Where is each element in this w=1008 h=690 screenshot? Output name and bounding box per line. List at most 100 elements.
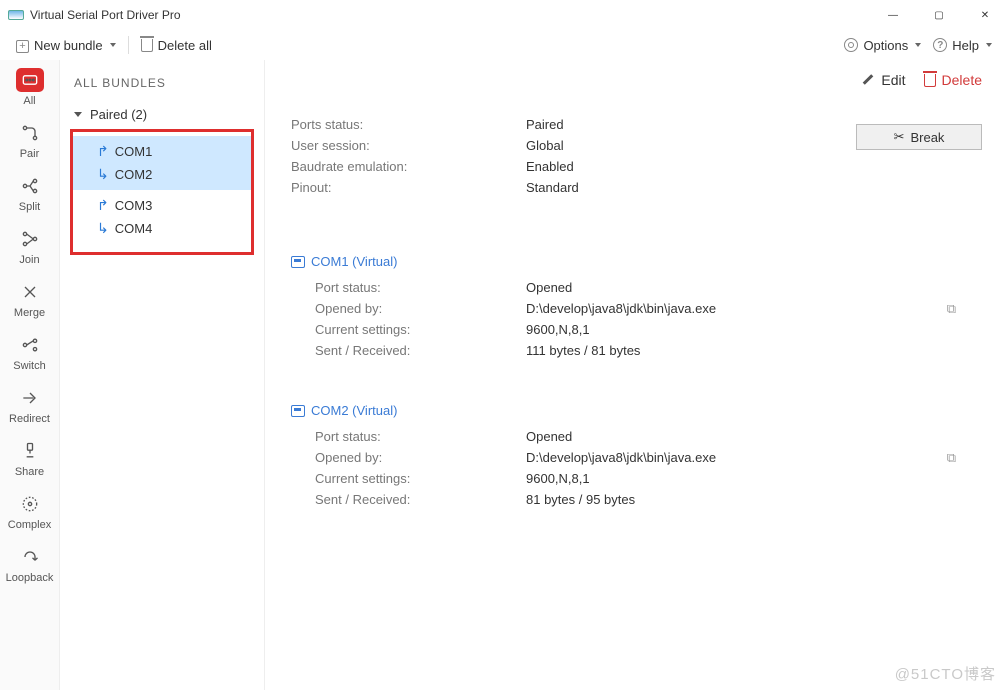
- complex-icon: [16, 492, 44, 516]
- help-label: Help: [952, 38, 979, 53]
- help-icon: ?: [933, 38, 947, 52]
- help-button[interactable]: ? Help: [927, 35, 998, 56]
- ports-status-label: Ports status:: [291, 117, 526, 132]
- opened-by-label: Opened by:: [315, 301, 526, 316]
- sidebar-label: Pair: [0, 148, 59, 160]
- toolbar-separator: [128, 36, 129, 54]
- sidebar-label: Join: [0, 254, 59, 266]
- sidebar-item-split[interactable]: Split: [0, 166, 59, 219]
- sidebar: All Pair Split Join Merge Switch Redirec…: [0, 60, 60, 690]
- options-label: Options: [863, 38, 908, 53]
- app-title: Virtual Serial Port Driver Pro: [30, 8, 181, 22]
- sidebar-item-loopback[interactable]: Loopback: [0, 537, 59, 590]
- tree-group-paired[interactable]: Paired (2): [74, 104, 264, 125]
- port-section-com2: COM2 (Virtual) Port status:Opened Opened…: [291, 403, 982, 510]
- sidebar-item-all[interactable]: All: [0, 60, 59, 113]
- baudrate-label: Baudrate emulation:: [291, 159, 526, 174]
- port-icon: [291, 256, 305, 268]
- settings-value: 9600,N,8,1: [526, 322, 590, 337]
- pair-icon: [16, 121, 44, 145]
- port-status-value: Opened: [526, 280, 572, 295]
- port-status-label: Port status:: [315, 280, 526, 295]
- merge-icon: [16, 280, 44, 304]
- sent-received-label: Sent / Received:: [315, 492, 526, 507]
- opened-by-value: D:\develop\java8\jdk\bin\java.exe: [526, 450, 716, 465]
- port-icon: [291, 405, 305, 417]
- sidebar-label: Merge: [0, 307, 59, 319]
- arrow-out-icon: ↱: [97, 197, 109, 214]
- ports-status-value: Paired: [526, 117, 564, 132]
- sidebar-item-pair[interactable]: Pair: [0, 113, 59, 166]
- share-icon: [16, 439, 44, 463]
- port-name: COM4: [115, 221, 153, 236]
- opened-by-value: D:\develop\java8\jdk\bin\java.exe: [526, 301, 716, 316]
- gear-icon: [844, 38, 858, 52]
- settings-label: Current settings:: [315, 322, 526, 337]
- sent-received-value: 81 bytes / 95 bytes: [526, 492, 635, 507]
- split-icon: [16, 174, 44, 198]
- bundle-tree-panel: ALL BUNDLES Paired (2) ↱COM1 ↳COM2 ↱COM3…: [60, 60, 265, 690]
- sidebar-item-join[interactable]: Join: [0, 219, 59, 272]
- maximize-button[interactable]: ▢: [916, 0, 962, 30]
- trash-icon: [141, 39, 153, 52]
- settings-value: 9600,N,8,1: [526, 471, 590, 486]
- port-name: COM3: [115, 198, 153, 213]
- break-label: Break: [910, 130, 944, 145]
- user-session-label: User session:: [291, 138, 526, 153]
- sidebar-label: Redirect: [0, 413, 59, 425]
- details-panel: Edit Delete Ports status:Paired User ses…: [265, 60, 1008, 690]
- tree-heading: ALL BUNDLES: [60, 70, 264, 104]
- break-button[interactable]: ✂ Break: [856, 124, 982, 150]
- sidebar-item-switch[interactable]: Switch: [0, 325, 59, 378]
- port-title: COM1 (Virtual): [311, 254, 397, 269]
- redirect-icon: [16, 386, 44, 410]
- arrow-in-icon: ↳: [97, 220, 109, 237]
- edit-label: Edit: [881, 72, 905, 88]
- sidebar-item-share[interactable]: Share: [0, 431, 59, 484]
- settings-label: Current settings:: [315, 471, 526, 486]
- all-icon: [16, 68, 44, 92]
- join-icon: [16, 227, 44, 251]
- pencil-icon: [861, 73, 875, 87]
- tree-group-label: Paired (2): [90, 107, 147, 122]
- watermark: @51CTO博客: [895, 663, 996, 684]
- port-status-label: Port status:: [315, 429, 526, 444]
- new-bundle-label: New bundle: [34, 38, 103, 53]
- minimize-button[interactable]: —: [870, 0, 916, 30]
- delete-button[interactable]: Delete: [924, 72, 982, 88]
- break-icon: ✂: [894, 129, 905, 145]
- sidebar-label: Switch: [0, 360, 59, 372]
- new-bundle-button[interactable]: + New bundle: [10, 35, 122, 56]
- loopback-icon: [16, 545, 44, 569]
- toolbar: + New bundle Delete all Options ? Help: [0, 30, 1008, 60]
- edit-button[interactable]: Edit: [861, 72, 905, 88]
- switch-icon: [16, 333, 44, 357]
- sent-received-value: 111 bytes / 81 bytes: [526, 343, 640, 358]
- chevron-down-icon: [74, 112, 82, 117]
- sidebar-item-merge[interactable]: Merge: [0, 272, 59, 325]
- pair-block-1[interactable]: ↱COM1 ↳COM2: [73, 136, 251, 190]
- port-title: COM2 (Virtual): [311, 403, 397, 418]
- arrow-out-icon: ↱: [97, 143, 109, 160]
- port-section-com1: COM1 (Virtual) Port status:Opened Opened…: [291, 254, 982, 361]
- user-session-value: Global: [526, 138, 564, 153]
- delete-all-label: Delete all: [158, 38, 212, 53]
- sidebar-label: Split: [0, 201, 59, 213]
- options-button[interactable]: Options: [838, 35, 927, 56]
- port-status-value: Opened: [526, 429, 572, 444]
- delete-label: Delete: [942, 72, 982, 88]
- delete-all-button[interactable]: Delete all: [135, 35, 218, 56]
- trash-icon: [924, 74, 936, 87]
- sent-received-label: Sent / Received:: [315, 343, 526, 358]
- dropdown-caret-icon: [110, 43, 116, 47]
- sidebar-item-complex[interactable]: Complex: [0, 484, 59, 537]
- pair-block-2[interactable]: ↱ COM3 ↳ COM4: [73, 190, 251, 244]
- copy-icon[interactable]: ⧉: [947, 301, 956, 317]
- pinout-label: Pinout:: [291, 180, 526, 195]
- opened-by-label: Opened by:: [315, 450, 526, 465]
- copy-icon[interactable]: ⧉: [947, 450, 956, 466]
- close-button[interactable]: ✕: [962, 0, 1008, 30]
- port-name: COM1: [115, 144, 153, 159]
- title-bar: Virtual Serial Port Driver Pro — ▢ ✕: [0, 0, 1008, 30]
- sidebar-item-redirect[interactable]: Redirect: [0, 378, 59, 431]
